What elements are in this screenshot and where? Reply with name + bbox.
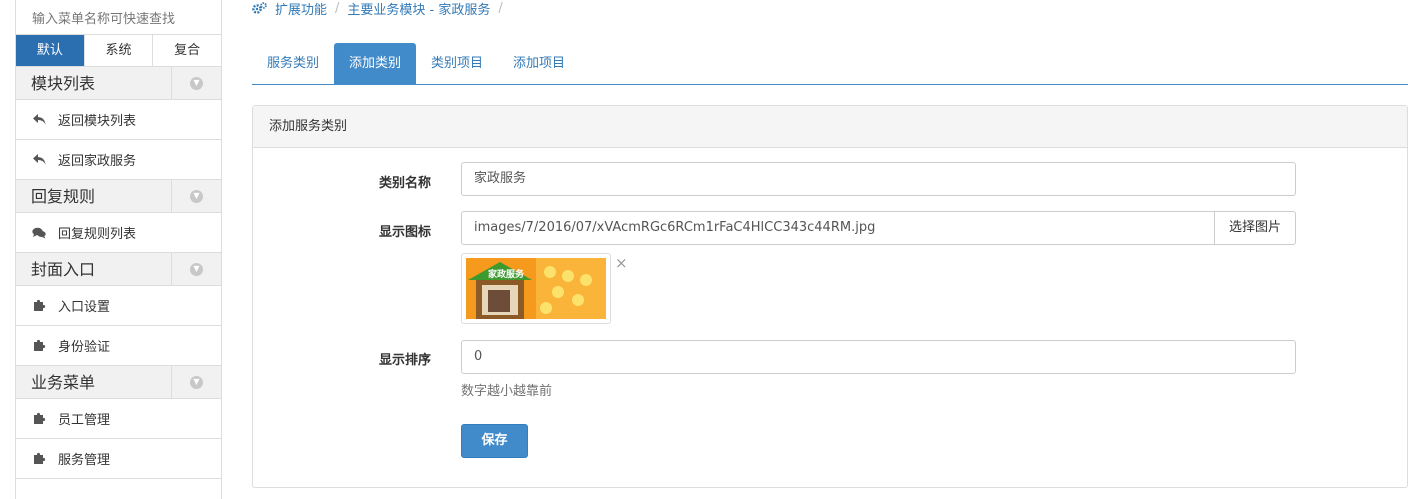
group-header-business-menu[interactable]: 业务菜单 ▼	[16, 366, 221, 399]
tab-add-category[interactable]: 添加类别	[334, 43, 417, 84]
puzzle-icon	[32, 339, 46, 353]
cogs-icon	[252, 1, 267, 15]
tab-category-items[interactable]: 类别项目	[416, 43, 498, 84]
icon-preview-image: 家政服务	[461, 253, 611, 324]
add-category-panel: 添加服务类别 类别名称 家政服务 显示图标 images/7/2016/07/x…	[252, 105, 1408, 488]
comments-icon	[32, 226, 46, 240]
group-header-cover-entry[interactable]: 封面入口 ▼	[16, 253, 221, 286]
sidebar-item-label: 回复规则列表	[58, 227, 137, 242]
chevron-down-icon: ▼	[190, 262, 203, 276]
mode-default-button[interactable]: 默认	[16, 35, 85, 66]
menu-mode-switch: 默认 系统 复合	[16, 35, 221, 67]
group-collapse-toggle[interactable]: ▼	[171, 67, 221, 99]
breadcrumb-separator: /	[335, 0, 340, 16]
sidebar-item-label: 入口设置	[58, 300, 111, 315]
group-collapse-toggle[interactable]: ▼	[171, 180, 221, 212]
sidebar-item-back-service[interactable]: 返回家政服务	[16, 140, 221, 180]
breadcrumb: 扩展功能 / 主要业务模块 - 家政服务 /	[252, 0, 511, 18]
reply-icon	[32, 153, 46, 167]
sidebar-item-back-modules[interactable]: 返回模块列表	[16, 100, 221, 140]
chevron-down-icon: ▼	[190, 375, 203, 389]
puzzle-icon	[32, 452, 46, 466]
sidebar-item-identity-verify[interactable]: 身份验证	[16, 326, 221, 366]
sidebar-item-staff-manage[interactable]: 员工管理	[16, 399, 221, 439]
sidebar-item-entry-settings[interactable]: 入口设置	[16, 286, 221, 326]
order-help-text: 数字越小越靠前	[461, 384, 553, 399]
group-collapse-toggle[interactable]: ▼	[171, 253, 221, 285]
mode-composite-button[interactable]: 复合	[153, 35, 221, 66]
reply-icon	[32, 113, 46, 127]
group-title: 回复规则	[31, 187, 96, 206]
breadcrumb-extensions-link[interactable]: 扩展功能	[275, 0, 327, 18]
tab-add-item[interactable]: 添加项目	[498, 43, 580, 84]
icon-path-input[interactable]: images/7/2016/07/xVAcmRGc6RCm1rFaC4HlCC3…	[461, 211, 1215, 245]
display-icon-label: 显示图标	[378, 225, 431, 240]
breadcrumb-module-link[interactable]: 主要业务模块 - 家政服务	[347, 0, 490, 18]
chevron-down-icon: ▼	[190, 76, 203, 90]
category-name-input[interactable]: 家政服务	[461, 162, 1296, 196]
tab-service-categories[interactable]: 服务类别	[252, 43, 334, 84]
panel-title: 添加服务类别	[253, 106, 1407, 148]
group-header-reply-rules[interactable]: 回复规则 ▼	[16, 180, 221, 213]
group-header-modules[interactable]: 模块列表 ▼	[16, 67, 221, 100]
preview-caption: 家政服务	[488, 268, 525, 280]
tab-bar: 服务类别 添加类别 类别项目 添加项目	[252, 43, 1408, 85]
sidebar-item-label: 员工管理	[58, 413, 111, 428]
sidebar-item-label: 返回模块列表	[58, 114, 137, 129]
sidebar-item-label: 返回家政服务	[58, 154, 137, 169]
remove-image-close-icon[interactable]: ×	[615, 254, 628, 272]
menu-search-input[interactable]: 输入菜单名称可快速查找	[16, 0, 221, 35]
sidebar-item-reply-rule-list[interactable]: 回复规则列表	[16, 213, 221, 253]
sidebar-item-service-manage[interactable]: 服务管理	[16, 439, 221, 479]
puzzle-icon	[32, 299, 46, 313]
sidebar: 输入菜单名称可快速查找 默认 系统 复合 模块列表 ▼ 返回模块列表 返回家政服…	[15, 0, 222, 499]
group-collapse-toggle[interactable]: ▼	[171, 366, 221, 398]
group-title: 业务菜单	[31, 373, 96, 392]
display-order-label: 显示排序	[378, 353, 431, 368]
category-name-label: 类别名称	[378, 176, 431, 191]
sidebar-item-label: 服务管理	[58, 453, 111, 468]
breadcrumb-separator: /	[498, 0, 503, 16]
puzzle-icon	[32, 412, 46, 426]
group-title: 封面入口	[31, 260, 96, 279]
choose-image-button[interactable]: 选择图片	[1214, 211, 1296, 245]
group-title: 模块列表	[31, 74, 96, 93]
save-button[interactable]: 保存	[461, 424, 528, 458]
mode-system-button[interactable]: 系统	[85, 35, 154, 66]
display-order-input[interactable]: 0	[461, 340, 1296, 374]
sidebar-item-label: 身份验证	[58, 340, 111, 355]
chevron-down-icon: ▼	[190, 189, 203, 203]
